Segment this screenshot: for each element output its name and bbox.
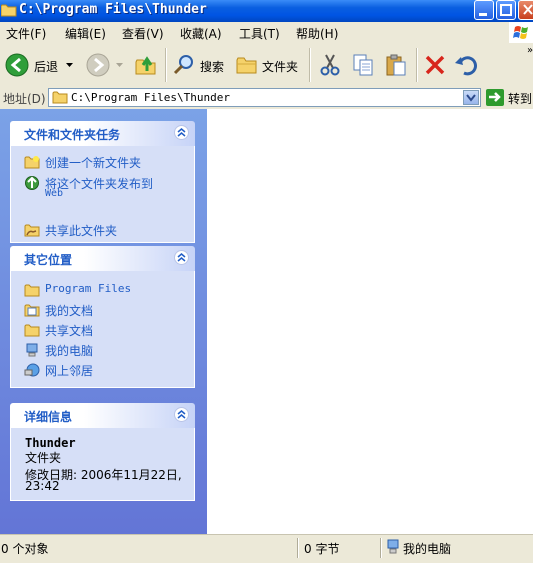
detail-name: Thunder	[25, 436, 76, 450]
status-bar: 0 个对象 0 字节 我的电脑	[0, 534, 533, 563]
delete-button[interactable]	[421, 49, 449, 81]
back-button[interactable]: 后退	[3, 47, 79, 83]
go-label[interactable]: 转到	[508, 90, 532, 107]
other-places-header[interactable]: 其它位置	[10, 246, 195, 271]
detail-type: 文件夹	[25, 451, 62, 465]
undo-button[interactable]	[452, 49, 480, 81]
folder-icon	[24, 284, 40, 297]
collapse-icon[interactable]	[174, 125, 189, 140]
status-location: 我的电脑	[403, 542, 452, 556]
close-icon	[523, 4, 533, 15]
shared-documents-icon	[24, 324, 40, 337]
window-title: C:\Program Files\Thunder	[19, 2, 207, 17]
task-pane: 文件和文件夹任务 创建一个新文件夹 将这个文件夹发布到 Web 共享此文件夹 其	[0, 109, 207, 534]
my-documents-icon	[24, 304, 40, 317]
copy-button[interactable]	[348, 49, 378, 81]
title-bar[interactable]: C:\Program Files\Thunder	[0, 0, 533, 22]
file-folder-tasks-panel: 文件和文件夹任务 创建一个新文件夹 将这个文件夹发布到 Web 共享此文件夹	[10, 121, 195, 243]
maximize-icon	[500, 4, 512, 16]
minimize-icon	[479, 13, 487, 16]
folder-icon	[236, 57, 257, 74]
file-list-view[interactable]	[207, 109, 533, 534]
paste-icon	[386, 54, 406, 76]
undo-icon	[455, 56, 477, 76]
menu-tools[interactable]: 工具(T)	[239, 25, 280, 42]
my-computer-icon	[26, 343, 38, 357]
forward-button[interactable]	[84, 47, 128, 83]
menu-view[interactable]: 查看(V)	[122, 25, 164, 42]
forward-arrow-icon	[86, 53, 110, 77]
status-object-count: 0 个对象	[1, 542, 49, 556]
address-input[interactable]: C:\Program Files\Thunder	[48, 88, 481, 107]
address-label: 地址(D)	[3, 92, 46, 106]
collapse-icon[interactable]	[174, 407, 189, 422]
menu-favorites[interactable]: 收藏(A)	[180, 25, 222, 42]
menu-help[interactable]: 帮助(H)	[296, 25, 338, 42]
other-places-panel: 其它位置 Program Files 我的文档 共享文档 我的电脑 网上邻居	[10, 246, 195, 388]
close-button[interactable]	[518, 0, 533, 20]
share-folder-icon	[24, 224, 40, 237]
chevron-down-icon	[466, 94, 476, 102]
toolbar: 后退 搜索 文件夹 »	[0, 43, 533, 88]
go-arrow-icon	[489, 92, 501, 102]
folder-icon	[1, 4, 17, 17]
windows-logo	[509, 22, 533, 43]
cut-button[interactable]	[315, 49, 345, 81]
toolbar-overflow-chevron[interactable]: »	[527, 45, 533, 56]
go-button[interactable]	[486, 89, 504, 106]
details-panel: 详细信息 Thunder 文件夹 修改日期: 2006年11月22日, 23:4…	[10, 403, 195, 501]
new-folder-icon	[24, 156, 40, 169]
delete-x-icon	[425, 55, 445, 75]
folders-button[interactable]: 文件夹	[233, 47, 303, 83]
address-value: C:\Program Files\Thunder	[71, 91, 230, 104]
collapse-icon[interactable]	[174, 250, 189, 265]
menu-edit[interactable]: 编辑(E)	[65, 25, 106, 42]
up-folder-button[interactable]	[132, 47, 160, 83]
minimize-button[interactable]	[474, 0, 494, 20]
windows-flag-icon	[513, 26, 528, 39]
dropdown-arrow-icon[interactable]	[116, 63, 124, 69]
file-folder-tasks-header[interactable]: 文件和文件夹任务	[10, 121, 195, 146]
menu-bar: 文件(F) 编辑(E) 查看(V) 收藏(A) 工具(T) 帮助(H)	[0, 22, 533, 44]
status-size: 0 字节	[304, 542, 340, 556]
my-computer-icon	[387, 539, 399, 554]
back-arrow-icon	[5, 53, 29, 77]
paste-button[interactable]	[381, 49, 411, 81]
copy-icon	[353, 54, 373, 76]
search-button[interactable]: 搜索	[170, 47, 228, 83]
search-icon	[173, 55, 193, 75]
folder-icon	[52, 91, 68, 104]
network-places-icon	[24, 363, 40, 377]
details-header[interactable]: 详细信息	[10, 403, 195, 428]
menu-file[interactable]: 文件(F)	[6, 25, 46, 42]
maximize-button[interactable]	[496, 0, 516, 20]
address-bar: 地址(D) C:\Program Files\Thunder 转到	[0, 87, 533, 110]
dropdown-arrow-icon[interactable]	[66, 63, 74, 69]
address-dropdown-button[interactable]	[463, 90, 479, 105]
publish-web-icon	[25, 176, 39, 190]
detail-modified-time: 23:42	[25, 479, 60, 493]
up-folder-icon	[135, 56, 156, 75]
scissors-icon	[320, 54, 340, 76]
